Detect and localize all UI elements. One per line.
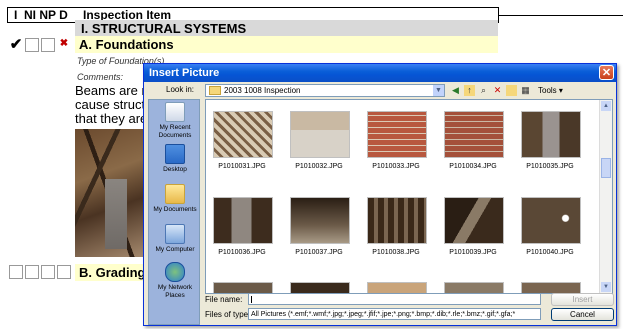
place-label: My Network Places — [157, 284, 193, 299]
delete-icon[interactable]: ✕ — [492, 85, 503, 96]
search-web-icon[interactable]: ⌕ — [478, 85, 489, 96]
file-name-label: File name: — [205, 295, 243, 304]
comment-line-1: Beams are n — [75, 83, 149, 98]
dialog-title: Insert Picture — [149, 67, 220, 79]
file-name-p1010033[interactable]: P1010033.JPG — [361, 162, 431, 171]
tools-menu[interactable]: Tools ▾ — [538, 85, 563, 96]
grading-deficient-checkbox[interactable] — [57, 265, 71, 279]
thumbnail-p1010036[interactable] — [213, 197, 273, 244]
thumbnail-p1010031[interactable] — [213, 111, 273, 158]
network-places-icon — [165, 262, 185, 282]
file-name-p1010038[interactable]: P1010038.JPG — [361, 248, 431, 257]
back-icon[interactable]: ◀ — [450, 85, 461, 96]
thumbnail-p1010039[interactable] — [444, 197, 504, 244]
comment-line-2: cause struct — [75, 97, 146, 112]
grading-not-present-checkbox[interactable] — [41, 265, 55, 279]
dialog-toolbar: ◀ ↑ ⌕ ✕ ▦ Tools ▾ — [450, 84, 563, 97]
file-name-p1010037[interactable]: P1010037.JPG — [284, 248, 354, 257]
place-my-documents[interactable]: My Documents — [149, 184, 201, 214]
views-icon[interactable]: ▦ — [520, 85, 531, 96]
file-list[interactable]: P1010031.JPG P1010032.JPG P1010033.JPG P… — [205, 99, 613, 294]
deficient-checkbox[interactable]: ✖ — [57, 38, 71, 52]
recent-documents-icon — [165, 102, 185, 122]
header-rule — [498, 15, 623, 16]
place-label: Desktop — [163, 166, 187, 173]
comment-line-3: that they are — [75, 111, 148, 126]
scroll-thumb[interactable] — [601, 158, 611, 178]
not-present-checkbox[interactable] — [41, 38, 55, 52]
look-in-value: 2003 1008 Inspection — [224, 86, 301, 95]
inspected-checkbox[interactable]: ✔ — [9, 37, 23, 52]
file-name-p1010039[interactable]: P1010039.JPG — [438, 248, 508, 257]
chevron-down-icon[interactable]: ▼ — [433, 85, 444, 96]
files-of-type-dropdown[interactable]: All Pictures (*.emf;*.wmf;*.jpg;*.jpeg;*… — [248, 308, 541, 320]
not-inspected-checkbox[interactable] — [25, 38, 39, 52]
place-label: My Documents — [153, 206, 197, 213]
thumbnail-p1010033[interactable] — [367, 111, 427, 158]
thumbnail-p1010040[interactable] — [521, 197, 581, 244]
place-desktop[interactable]: Desktop — [149, 144, 201, 174]
thumbnail-p1010037[interactable] — [290, 197, 350, 244]
close-button[interactable]: ✕ — [599, 65, 614, 80]
comments-label: Comments: — [77, 72, 124, 82]
file-name-p1010035[interactable]: P1010035.JPG — [515, 162, 585, 171]
look-in-label: Look in: — [166, 85, 195, 94]
thumbnail-p1010032[interactable] — [290, 111, 350, 158]
section-title-text: I. STRUCTURAL SYSTEMS — [81, 21, 247, 36]
place-label: My Recent Documents — [158, 124, 192, 139]
place-my-computer[interactable]: My Computer — [149, 224, 201, 254]
file-name-field[interactable] — [248, 293, 541, 305]
scroll-down-icon[interactable]: ▼ — [601, 282, 611, 292]
vertical-scrollbar[interactable]: ▲ ▼ — [599, 100, 612, 293]
foundations-title: A. Foundations — [79, 37, 174, 52]
places-bar: My Recent Documents Desktop My Documents… — [148, 99, 200, 325]
foundation-check-boxes: ✔ ✖ — [9, 37, 73, 52]
my-computer-icon — [165, 224, 185, 244]
file-name-p1010031[interactable]: P1010031.JPG — [207, 162, 277, 171]
place-network-places[interactable]: My Network Places — [149, 262, 201, 300]
insert-picture-dialog: Insert Picture ✕ Look in: 2003 1008 Insp… — [143, 63, 617, 326]
insert-button[interactable]: Insert — [551, 293, 614, 306]
scroll-up-icon[interactable]: ▲ — [601, 101, 611, 111]
cancel-button[interactable]: Cancel — [551, 308, 614, 321]
up-folder-icon[interactable]: ↑ — [464, 85, 475, 96]
grading-inspected-checkbox[interactable] — [9, 265, 23, 279]
place-recent-documents[interactable]: My Recent Documents — [149, 102, 201, 140]
file-name-p1010032[interactable]: P1010032.JPG — [284, 162, 354, 171]
grading-check-boxes — [9, 265, 73, 279]
place-label: My Computer — [155, 246, 195, 253]
file-name-p1010040[interactable]: P1010040.JPG — [515, 248, 585, 257]
file-name-p1010036[interactable]: P1010036.JPG — [207, 248, 277, 257]
section-title: I. STRUCTURAL SYSTEMS — [75, 20, 498, 37]
dialog-titlebar[interactable]: Insert Picture ✕ — [144, 64, 616, 82]
file-name-p1010034[interactable]: P1010034.JPG — [438, 162, 508, 171]
my-documents-icon — [165, 184, 185, 204]
thumbnail-p1010038[interactable] — [367, 197, 427, 244]
files-of-type-value: All Pictures (*.emf;*.wmf;*.jpg;*.jpeg;*… — [251, 311, 516, 318]
desktop-icon — [165, 144, 185, 164]
attic-photo — [75, 129, 150, 257]
foundations-heading: A. Foundations — [75, 36, 498, 53]
thumbnail-p1010035[interactable] — [521, 111, 581, 158]
grading-not-inspected-checkbox[interactable] — [25, 265, 39, 279]
folder-icon — [209, 86, 221, 95]
header-codes: I NI NP D — [14, 8, 68, 22]
files-of-type-label: Files of type: — [205, 310, 251, 319]
look-in-dropdown[interactable]: 2003 1008 Inspection ▼ — [205, 84, 445, 97]
new-folder-icon[interactable] — [506, 85, 517, 96]
thumbnail-p1010034[interactable] — [444, 111, 504, 158]
